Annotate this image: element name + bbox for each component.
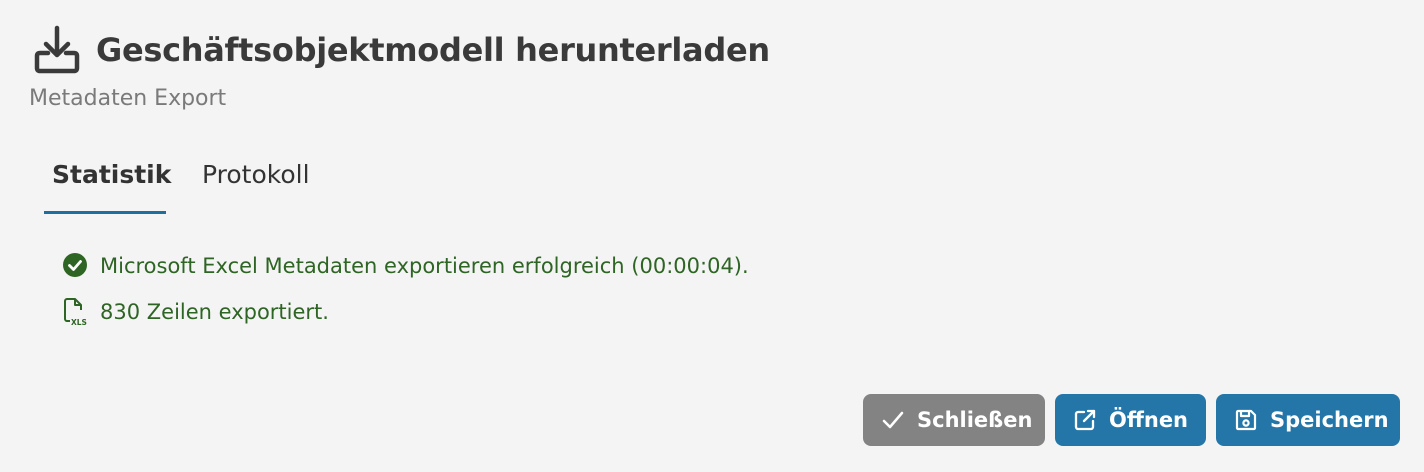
tab-protokoll[interactable]: Protokoll — [192, 150, 318, 214]
list-item: XLS 830 Zeilen exportiert. — [62, 296, 749, 328]
close-button-label: Schließen — [917, 408, 1033, 432]
tab-statistik[interactable]: Statistik — [44, 150, 171, 214]
dialog-actions: Schließen Öffnen Speichern — [853, 394, 1400, 446]
external-link-icon — [1073, 408, 1097, 432]
check-circle-icon — [62, 252, 88, 280]
dialog-title: Geschäftsobjektmodell herunterladen — [96, 31, 770, 69]
open-button-label: Öffnen — [1109, 408, 1189, 432]
tab-bar: Statistik Protokoll — [44, 150, 318, 214]
checkmark-icon — [881, 408, 905, 432]
dialog-header: Geschäftsobjektmodell herunterladen — [32, 24, 770, 76]
list-item: Microsoft Excel Metadaten exportieren er… — [62, 250, 749, 282]
xls-file-icon: XLS — [62, 298, 88, 327]
download-icon — [32, 24, 82, 76]
dialog-subtitle: Metadaten Export — [29, 86, 227, 111]
close-button[interactable]: Schließen — [863, 394, 1045, 446]
save-button[interactable]: Speichern — [1216, 394, 1400, 446]
message-list: Microsoft Excel Metadaten exportieren er… — [62, 250, 749, 342]
message-text: Microsoft Excel Metadaten exportieren er… — [100, 254, 749, 278]
svg-text:XLS: XLS — [71, 318, 87, 326]
open-button[interactable]: Öffnen — [1055, 394, 1206, 446]
floppy-disk-icon — [1234, 408, 1258, 432]
download-dialog: Geschäftsobjektmodell herunterladen Meta… — [0, 0, 1424, 472]
save-button-label: Speichern — [1270, 408, 1389, 432]
message-text: 830 Zeilen exportiert. — [100, 300, 329, 324]
